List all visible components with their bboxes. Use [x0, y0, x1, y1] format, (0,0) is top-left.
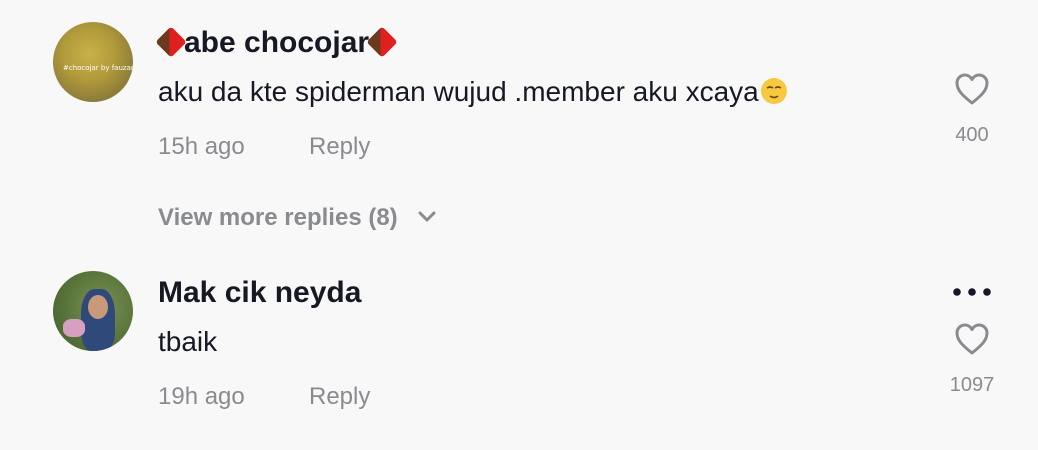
avatar[interactable]: #chocojar by fauzan	[53, 22, 133, 102]
reply-button[interactable]: Reply	[309, 383, 370, 411]
avatar-hand	[63, 319, 85, 337]
comment-timestamp: 15h ago	[158, 133, 245, 160]
comment-username[interactable]: Mak cik neyda	[158, 276, 361, 310]
chocolate-bar-icon	[366, 26, 398, 58]
avatar-tag: #chocojar by fauzan	[63, 64, 133, 72]
comment-timestamp: 19h ago	[158, 383, 245, 410]
heart-outline-icon[interactable]	[954, 72, 990, 106]
like-count: 1097	[949, 374, 995, 396]
chevron-down-icon	[418, 211, 436, 222]
comment-text-body: aku da kte spiderman wujud .member aku x…	[158, 76, 759, 107]
view-more-replies-label: View more replies (8)	[158, 204, 398, 231]
username-text: abe chocojar	[184, 26, 370, 59]
more-dots-icon[interactable]	[952, 282, 992, 302]
heart-outline-icon[interactable]	[954, 322, 990, 356]
avatar[interactable]	[53, 271, 133, 351]
comment-username[interactable]: abe chocojar	[155, 26, 398, 60]
relieved-face-emoji	[760, 78, 787, 104]
view-more-replies-button[interactable]: View more replies (8)	[158, 204, 436, 232]
avatar-face	[88, 295, 108, 319]
like-count: 400	[955, 124, 989, 146]
reply-button[interactable]: Reply	[309, 133, 370, 161]
comment-text: tbaik	[158, 326, 218, 357]
comment-text: aku da kte spiderman wujud .member aku x…	[158, 76, 787, 108]
chocolate-bar-icon	[155, 26, 187, 58]
